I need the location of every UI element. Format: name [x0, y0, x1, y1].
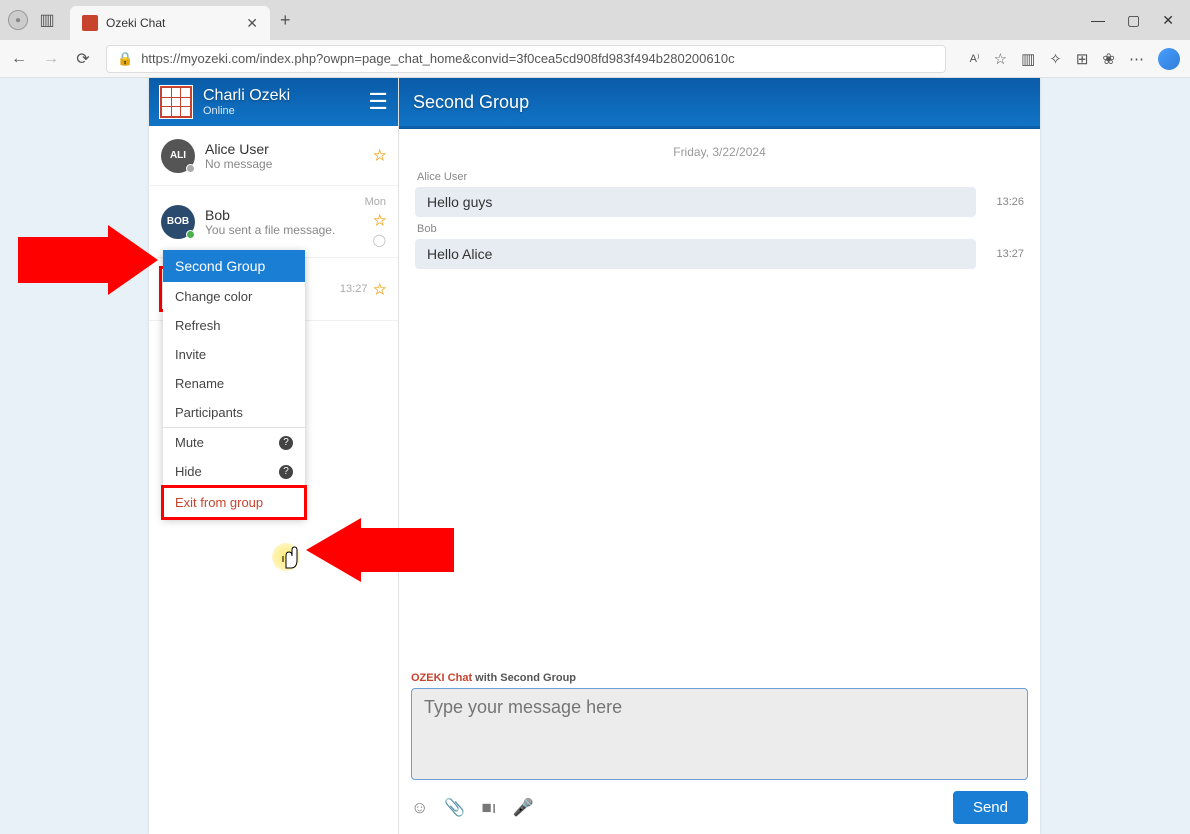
page-viewport: Charli Ozeki Online ☰ ALI Alice User No … [0, 78, 1190, 834]
context-menu-participants[interactable]: Participants [163, 398, 305, 427]
context-menu: Second Group Change color Refresh Invite… [163, 250, 305, 518]
chat-item-alice[interactable]: ALI Alice User No message ★ [149, 126, 398, 186]
url-text: https://myozeki.com/index.php?owpn=page_… [141, 51, 734, 66]
date-separator: Friday, 3/22/2024 [415, 145, 1024, 159]
sidebar-header: Charli Ozeki Online ☰ [149, 78, 398, 126]
address-bar[interactable]: 🔒 https://myozeki.com/index.php?owpn=pag… [106, 45, 946, 73]
chat-title: Second Group [413, 92, 529, 113]
avatar: BOB [161, 205, 195, 239]
read-receipt-icon: ◯ [373, 233, 386, 247]
chat-app: Charli Ozeki Online ☰ ALI Alice User No … [149, 78, 1040, 834]
chat-item-preview: You sent a file message. [205, 223, 365, 237]
composer-caption: OZEKI Chat with Second Group [399, 670, 1040, 688]
settings-icon[interactable]: ⋯ [1129, 50, 1144, 68]
window-maximize-icon[interactable]: ▢ [1127, 12, 1140, 29]
star-icon[interactable]: ★ [373, 147, 386, 164]
chat-header: Second Group [399, 78, 1040, 126]
send-button[interactable]: Send [953, 791, 1028, 824]
context-menu-mute[interactable]: Mute ? [163, 428, 305, 457]
performance-icon[interactable]: ❀ [1102, 50, 1115, 68]
favorite-icon[interactable]: ☆ [994, 50, 1007, 68]
message-time: 13:26 [988, 196, 1024, 208]
extensions-icon[interactable]: ⊞ [1076, 50, 1089, 68]
refresh-icon[interactable]: ⟳ [74, 50, 92, 68]
star-icon[interactable]: ★ [373, 281, 386, 298]
current-user-name: Charli Ozeki [203, 87, 368, 105]
help-icon[interactable]: ? [279, 436, 293, 450]
app-logo-icon [159, 85, 193, 119]
attach-icon[interactable]: 📎 [444, 798, 465, 818]
help-icon[interactable]: ? [279, 465, 293, 479]
mic-icon[interactable]: 🎤 [513, 798, 534, 818]
tab-close-icon[interactable]: ✕ [246, 15, 258, 32]
new-tab-button[interactable]: + [280, 10, 291, 31]
collections-icon[interactable]: ▥ [1021, 50, 1035, 68]
chat-item-name: Bob [205, 207, 365, 223]
chat-item-bob[interactable]: BOB Bob You sent a file message. Mon ★ ◯ [149, 186, 398, 258]
chat-item-time: Mon [365, 196, 386, 208]
favorites-bar-icon[interactable]: ✧ [1049, 50, 1062, 68]
context-menu-refresh[interactable]: Refresh [163, 311, 305, 340]
star-icon[interactable]: ★ [373, 212, 386, 229]
video-icon[interactable]: ■ı [482, 798, 497, 818]
context-menu-title: Second Group [163, 250, 305, 282]
composer: ☺ 📎 ■ı 🎤 Send [399, 688, 1040, 834]
message-input[interactable] [411, 688, 1028, 780]
message-bubble: Hello guys [415, 187, 976, 217]
chat-item-preview: No message [205, 157, 373, 171]
window-close-icon[interactable]: ✕ [1162, 12, 1174, 29]
context-menu-rename[interactable]: Rename [163, 369, 305, 398]
cursor-pointer-icon [280, 546, 300, 575]
message-bubble: Hello Alice [415, 239, 976, 269]
presence-dot [186, 164, 195, 173]
menu-icon[interactable]: ☰ [368, 89, 388, 115]
messages-area: Friday, 3/22/2024 Alice User Hello guys … [399, 129, 1040, 670]
context-menu-invite[interactable]: Invite [163, 340, 305, 369]
context-menu-change-color[interactable]: Change color [163, 282, 305, 311]
address-bar-row: ← → ⟳ 🔒 https://myozeki.com/index.php?ow… [0, 40, 1190, 78]
message-time: 13:27 [988, 248, 1024, 260]
message-sender: Bob [417, 223, 1024, 235]
annotation-arrow-left [18, 225, 158, 295]
context-menu-hide[interactable]: Hide ? [163, 457, 305, 486]
browser-tab-strip: ● ▥ Ozeki Chat ✕ + — ▢ ✕ [0, 0, 1190, 40]
read-aloud-icon[interactable]: A⁾ [970, 52, 980, 65]
browser-tab[interactable]: Ozeki Chat ✕ [70, 6, 270, 40]
emoji-icon[interactable]: ☺ [411, 798, 428, 818]
forward-icon: → [42, 50, 60, 68]
chat-main: Second Group Friday, 3/22/2024 Alice Use… [399, 78, 1040, 834]
chat-item-name: Alice User [205, 141, 373, 157]
current-user-status: Online [203, 105, 368, 117]
lock-icon: 🔒 [117, 51, 133, 67]
current-user: Charli Ozeki Online [203, 87, 368, 117]
copilot-icon[interactable] [1158, 48, 1180, 70]
chat-item-time: 13:27 [340, 283, 368, 295]
profile-icon[interactable]: ● [8, 10, 28, 30]
back-icon[interactable]: ← [10, 50, 28, 68]
window-minimize-icon[interactable]: — [1091, 12, 1105, 29]
avatar: ALI [161, 139, 195, 173]
annotation-arrow-right [306, 518, 454, 582]
tab-title: Ozeki Chat [106, 16, 246, 30]
context-menu-exit[interactable]: Exit from group [163, 487, 305, 518]
favicon [82, 15, 98, 31]
tab-actions-icon[interactable]: ▥ [37, 10, 57, 30]
presence-dot [186, 230, 195, 239]
message-sender: Alice User [417, 171, 1024, 183]
sidebar: Charli Ozeki Online ☰ ALI Alice User No … [149, 78, 399, 834]
